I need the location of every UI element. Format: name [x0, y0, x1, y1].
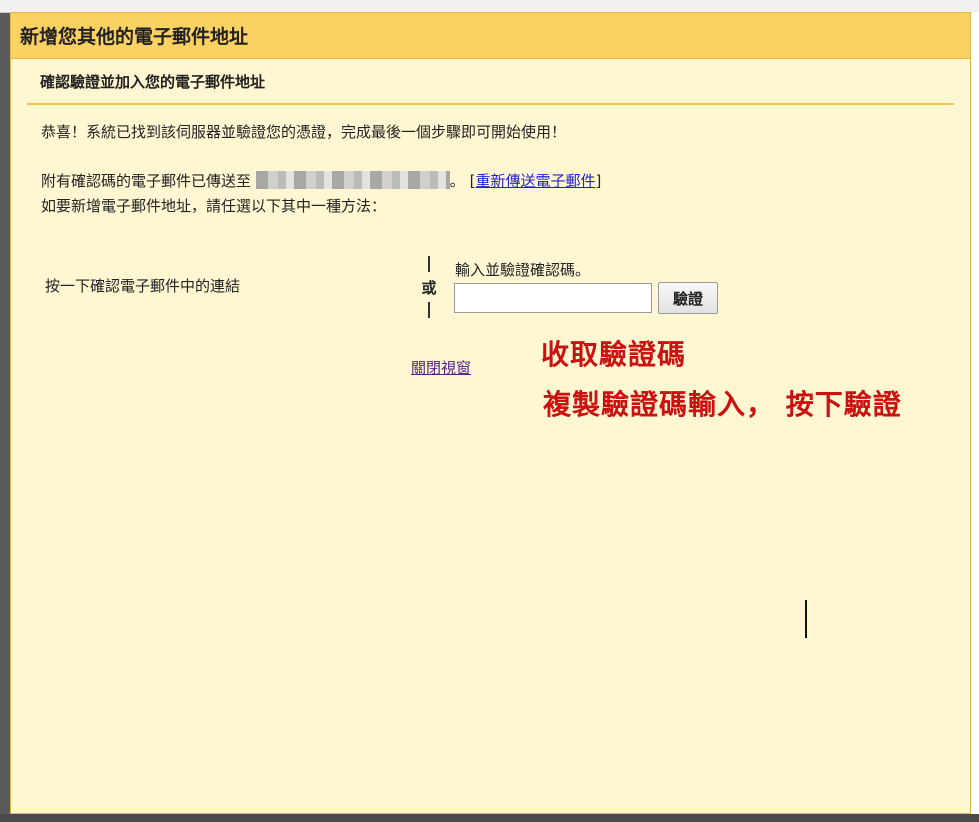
sent-suffix: 。: [449, 172, 465, 190]
click-link-option: 按一下確認電子郵件中的連結: [45, 277, 241, 295]
redacted-email-address: [255, 171, 450, 189]
or-divider: 或: [419, 256, 439, 318]
sent-prefix: 附有確認碼的電子郵件已傳送至: [41, 172, 252, 190]
dialog-subtitle: 確認驗證並加入您的電子郵件地址: [40, 72, 266, 91]
window-bottom-edge: [0, 814, 979, 822]
or-divider-bar-bottom: [428, 302, 430, 318]
code-input-label: 輸入並驗證確認碼。: [455, 261, 591, 279]
dialog-title: 新增您其他的電子郵件地址: [20, 26, 249, 48]
dialog-titlebar: 新增您其他的電子郵件地址: [11, 13, 970, 59]
window-right-edge: [971, 12, 979, 822]
choose-method-message: 如要新增電子郵件地址，請任選以下其中一種方法：: [41, 197, 387, 215]
dialog-subheader: 確認驗證並加入您的電子郵件地址: [27, 59, 954, 105]
text-cursor-caret: [805, 600, 807, 638]
resend-bracket-close: ]: [595, 172, 602, 190]
or-divider-bar-top: [428, 256, 430, 272]
verification-code-input[interactable]: [454, 283, 652, 313]
or-label: 或: [421, 278, 437, 297]
sent-message: 附有確認碼的電子郵件已傳送至 。 [重新傳送電子郵件]: [41, 170, 601, 191]
verify-button[interactable]: 驗證: [658, 282, 718, 314]
annotation-receive-code: 收取驗證碼: [541, 338, 687, 371]
add-email-dialog: 新增您其他的電子郵件地址 確認驗證並加入您的電子郵件地址 恭喜！系統已找到該伺服…: [10, 12, 971, 814]
congrats-message: 恭喜！系統已找到該伺服器並驗證您的憑證，完成最後一個步驟即可開始使用！: [41, 123, 567, 141]
resend-email-link[interactable]: 重新傳送電子郵件: [475, 172, 595, 190]
close-window-link[interactable]: 關閉視窗: [411, 357, 471, 378]
annotation-copy-and-verify: 複製驗證碼輸入， 按下驗證: [543, 388, 902, 421]
